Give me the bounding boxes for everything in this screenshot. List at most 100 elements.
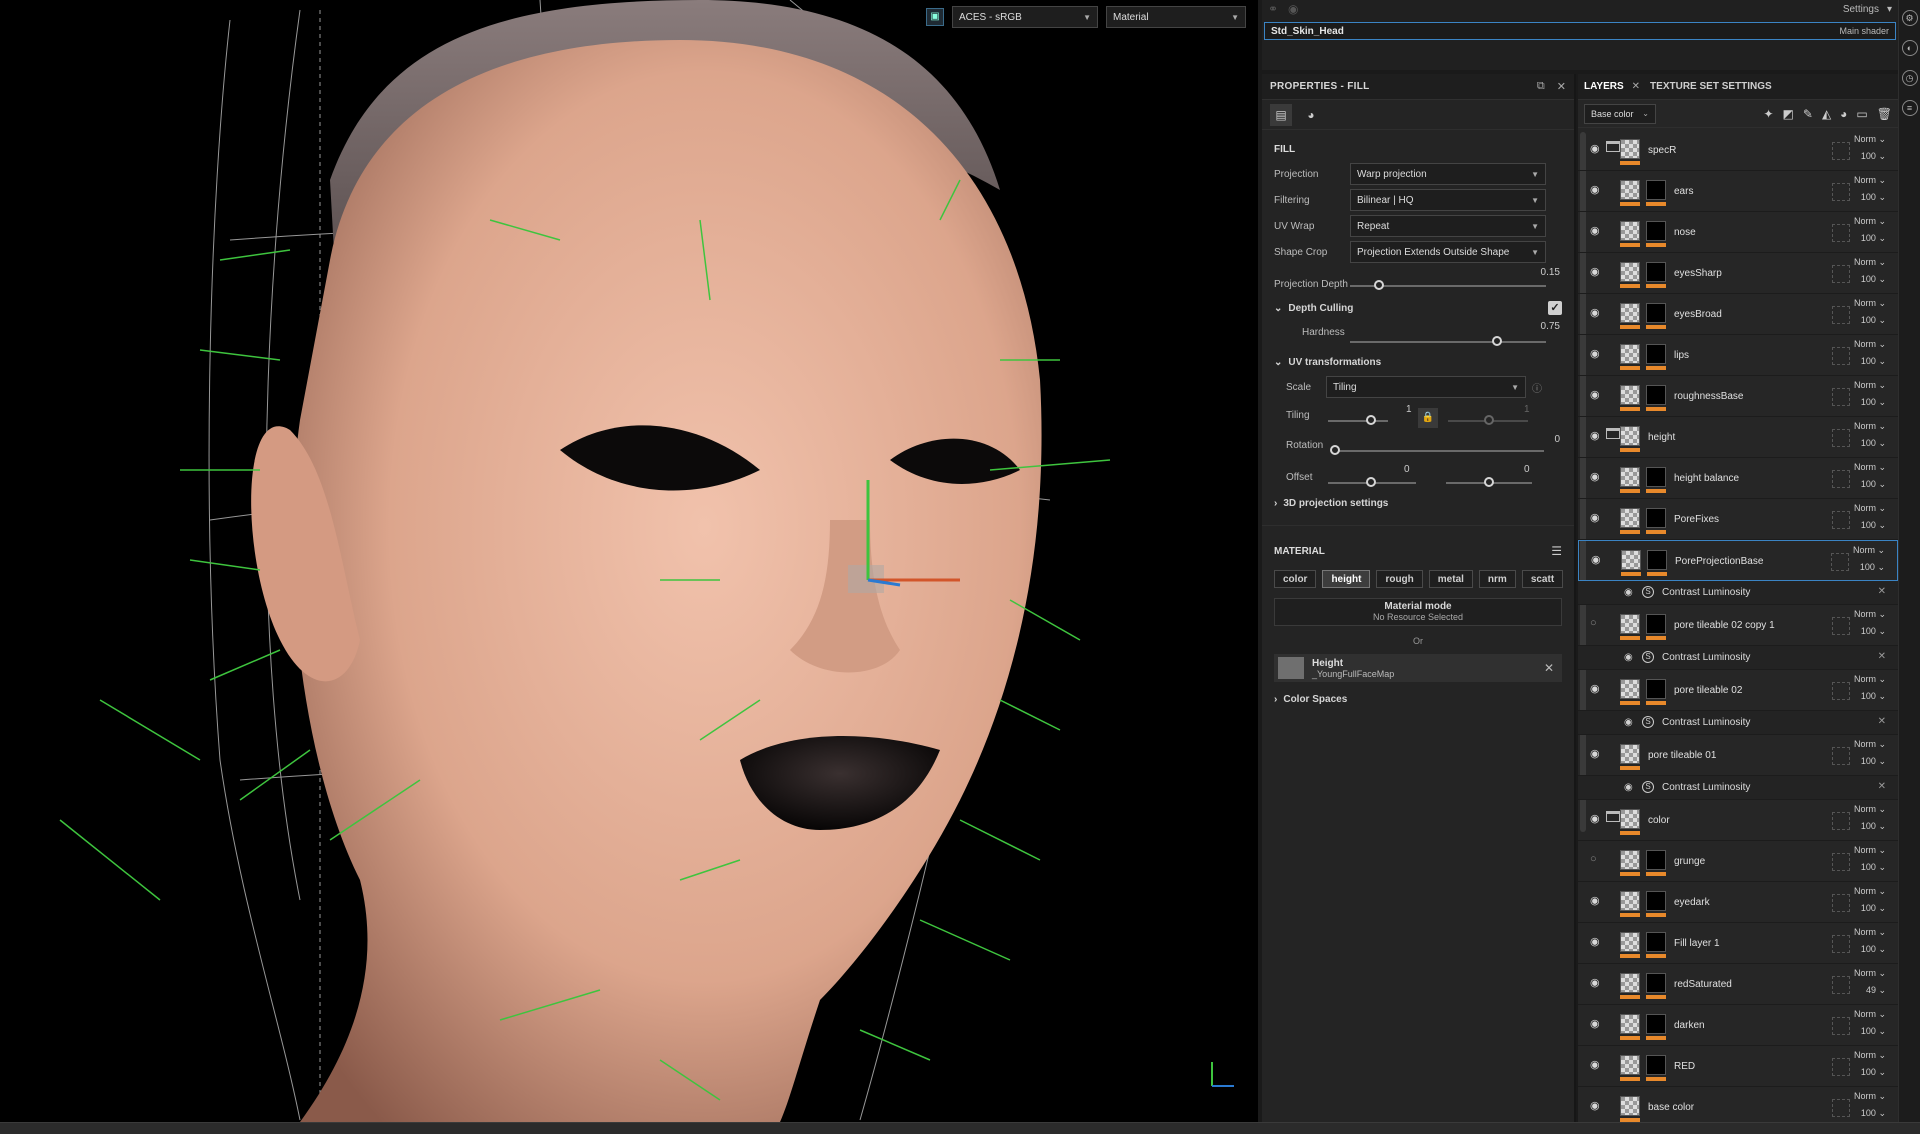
palette-icon[interactable]: ◐	[1901, 40, 1918, 56]
hardness-slider[interactable]	[1350, 341, 1546, 343]
eye-icon[interactable]: ◉	[1590, 470, 1600, 483]
mask-slot[interactable]	[1832, 347, 1850, 365]
mask-slot[interactable]	[1832, 224, 1850, 242]
mask-slot[interactable]	[1832, 306, 1850, 324]
layer-row[interactable]: ◉ roughnessBase Norm ⌄ 100 ⌄	[1578, 376, 1898, 417]
effect-row[interactable]: ◉ S Contrast Luminosity ✕	[1578, 646, 1898, 670]
layer-row[interactable]: ◉ Fill layer 1 Norm ⌄ 100 ⌄	[1578, 923, 1898, 964]
tab-texture-set-settings[interactable]: TEXTURE SET SETTINGS	[1650, 81, 1772, 92]
channel-button-nrm[interactable]: nrm	[1478, 570, 1516, 588]
opacity-field[interactable]: 100 ⌄	[1861, 626, 1886, 637]
blend-mode-select[interactable]: Norm ⌄	[1854, 257, 1886, 268]
mask-thumbnail[interactable]	[1646, 221, 1666, 241]
opacity-field[interactable]: 49 ⌄	[1866, 985, 1886, 996]
mask-slot[interactable]	[1832, 142, 1850, 160]
tab-layers[interactable]: LAYERS ✕	[1584, 81, 1640, 92]
layer-row[interactable]: ◉ height balance Norm ⌄ 100 ⌄	[1578, 458, 1898, 499]
blend-mode-select[interactable]: Norm ⌄	[1854, 134, 1886, 145]
mask-slot[interactable]	[1832, 429, 1850, 447]
delete-icon[interactable]: 🗑	[1877, 107, 1892, 121]
uv-transformations-toggle[interactable]: ⌄ UV transformations	[1262, 351, 1574, 374]
offset-knob-u[interactable]	[1366, 477, 1376, 487]
effect-row[interactable]: ◉ S Contrast Luminosity ✕	[1578, 776, 1898, 800]
eye-icon[interactable]: ◉	[1590, 142, 1600, 155]
layer-row[interactable]: ◉ darken Norm ⌄ 100 ⌄	[1578, 1005, 1898, 1046]
eye-icon[interactable]: ◉	[1590, 429, 1600, 442]
tiling-slider-u[interactable]	[1328, 420, 1388, 422]
eye-icon[interactable]: ◉	[1624, 587, 1633, 598]
mask-slot[interactable]	[1832, 388, 1850, 406]
eye-icon[interactable]: ◉	[1590, 812, 1600, 825]
layer-row[interactable]: ◉ color Norm ⌄ 100 ⌄	[1578, 800, 1898, 841]
opacity-field[interactable]: 100 ⌄	[1861, 756, 1886, 767]
opacity-field[interactable]: 100 ⌄	[1861, 397, 1886, 408]
display-settings-icon[interactable]: ▣	[926, 8, 944, 26]
mask-slot[interactable]	[1832, 511, 1850, 529]
blend-mode-select[interactable]: Norm ⌄	[1854, 1091, 1886, 1102]
color-spaces-toggle[interactable]: › Color Spaces	[1262, 688, 1574, 711]
rotation-knob[interactable]	[1330, 445, 1340, 455]
mask-thumbnail[interactable]	[1646, 385, 1666, 405]
blend-mode-select[interactable]: Norm ⌄	[1854, 804, 1886, 815]
log-icon[interactable]: ≡	[1901, 100, 1918, 116]
mask-thumbnail[interactable]	[1646, 467, 1666, 487]
opacity-field[interactable]: 100 ⌄	[1861, 821, 1886, 832]
blend-mode-select[interactable]: Norm ⌄	[1854, 380, 1886, 391]
eye-icon[interactable]: ◉	[1590, 388, 1600, 401]
blend-mode-select[interactable]: Norm ⌄	[1854, 503, 1886, 514]
effect-row[interactable]: ◉ S Contrast Luminosity ✕	[1578, 581, 1898, 605]
eye-icon[interactable]: ◉	[1590, 1099, 1600, 1112]
mask-slot[interactable]	[1832, 470, 1850, 488]
material-tab-icon[interactable]: ◕	[1300, 104, 1322, 126]
material-mode-box[interactable]: Material mode No Resource Selected	[1274, 598, 1562, 626]
shader-item[interactable]: Std_Skin_Head Main shader	[1264, 22, 1896, 40]
mask-thumbnail[interactable]	[1646, 891, 1666, 911]
mask-thumbnail[interactable]	[1646, 614, 1666, 634]
blend-mode-select[interactable]: Norm ⌄	[1854, 739, 1886, 750]
blend-mode-select[interactable]: Norm ⌄	[1854, 886, 1886, 897]
projection-dropdown[interactable]: Warp projection ▼	[1350, 163, 1546, 185]
fill-tab-icon[interactable]: ▤	[1270, 103, 1292, 126]
layer-row[interactable]: ◉ ears Norm ⌄ 100 ⌄	[1578, 171, 1898, 212]
eye-icon[interactable]: ◉	[1590, 1058, 1600, 1071]
opacity-field[interactable]: 100 ⌄	[1861, 192, 1886, 203]
opacity-field[interactable]: 100 ⌄	[1861, 274, 1886, 285]
mask-slot[interactable]	[1832, 617, 1850, 635]
remove-effect-icon[interactable]: ✕	[1878, 781, 1886, 792]
add-folder-icon[interactable]: ▭	[1856, 107, 1867, 121]
layer-row[interactable]: ◉ pore tileable 01 Norm ⌄ 100 ⌄	[1578, 735, 1898, 776]
eye-icon[interactable]: ◉	[1590, 306, 1600, 319]
eye-icon[interactable]: ◉	[1590, 224, 1600, 237]
blend-mode-select[interactable]: Norm ⌄	[1854, 421, 1886, 432]
layer-row[interactable]: ○ grunge Norm ⌄ 100 ⌄	[1578, 841, 1898, 882]
opacity-field[interactable]: 100 ⌄	[1861, 944, 1886, 955]
layer-row[interactable]: ◉ lips Norm ⌄ 100 ⌄	[1578, 335, 1898, 376]
depth-culling-checkbox[interactable]: ✓	[1548, 301, 1562, 315]
opacity-field[interactable]: 100 ⌄	[1861, 520, 1886, 531]
channel-button-scatt[interactable]: scatt	[1521, 570, 1564, 588]
layer-row[interactable]: ○ pore tileable 02 copy 1 Norm ⌄ 100 ⌄	[1578, 605, 1898, 646]
channel-button-color[interactable]: color	[1274, 570, 1317, 588]
layer-row[interactable]: ◉ specR Norm ⌄ 100 ⌄	[1578, 130, 1898, 171]
mask-slot[interactable]	[1832, 894, 1850, 912]
blend-mode-select[interactable]: Norm ⌄	[1854, 175, 1886, 186]
blend-mode-select[interactable]: Norm ⌄	[1854, 1050, 1886, 1061]
add-effect-icon[interactable]: ✦	[1763, 107, 1773, 121]
folder-icon[interactable]	[1606, 811, 1620, 822]
shader-settings-button[interactable]: Settings ▾	[1843, 4, 1892, 15]
lock-icon[interactable]: 🔒	[1418, 408, 1438, 428]
blend-mode-select[interactable]: Norm ⌄	[1853, 545, 1885, 556]
mask-slot[interactable]	[1832, 935, 1850, 953]
blend-mode-select[interactable]: Norm ⌄	[1854, 609, 1886, 620]
layer-row[interactable]: ◉ RED Norm ⌄ 100 ⌄	[1578, 1046, 1898, 1087]
mask-thumbnail[interactable]	[1647, 550, 1667, 570]
opacity-field[interactable]: 100 ⌄	[1861, 438, 1886, 449]
remove-effect-icon[interactable]: ✕	[1878, 586, 1886, 597]
tiling-knob-u[interactable]	[1366, 415, 1376, 425]
eye-icon[interactable]: ◉	[1624, 652, 1633, 663]
opacity-field[interactable]: 100 ⌄	[1861, 1108, 1886, 1119]
channel-button-height[interactable]: height	[1322, 570, 1371, 588]
add-fill-layer-icon[interactable]: ◭	[1822, 107, 1831, 121]
blend-mode-select[interactable]: Norm ⌄	[1854, 845, 1886, 856]
blend-mode-select[interactable]: Norm ⌄	[1854, 339, 1886, 350]
